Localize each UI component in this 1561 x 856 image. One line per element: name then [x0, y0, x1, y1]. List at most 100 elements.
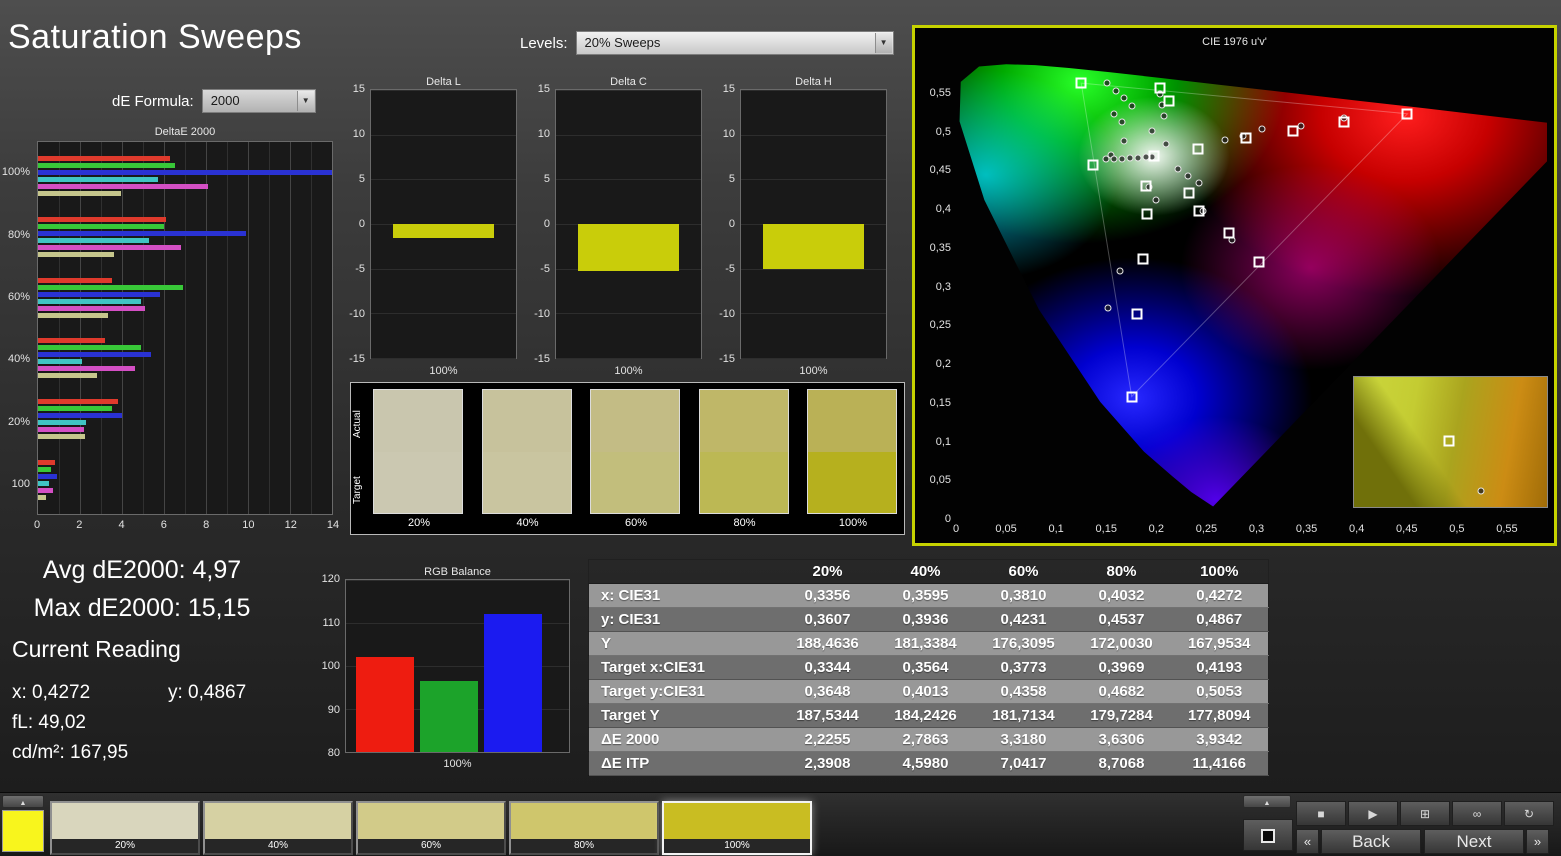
measurement-marker	[1116, 267, 1124, 275]
play-button[interactable]: ▶	[1348, 801, 1398, 826]
patch-button-20%[interactable]: 20%	[50, 801, 200, 855]
cie-y-axis-labels: 0 0,05 0,1 0,15 0,2 0,25 0,3 0,35 0,4 0,45 0,5 0,55	[917, 54, 953, 525]
loop-button[interactable]: ∞	[1452, 801, 1502, 826]
chart-title: Delta H	[795, 76, 832, 88]
back-arrow-button[interactable]: «	[1296, 829, 1319, 854]
gridline	[371, 90, 516, 91]
target-marker	[1163, 95, 1175, 106]
gridline	[556, 134, 701, 136]
y-tick: -10	[534, 308, 550, 320]
chart-title: Delta L	[426, 76, 461, 88]
reading-cdm2: cd/m²: 167,95	[12, 742, 129, 763]
patch-button-60%[interactable]: 60%	[356, 801, 506, 855]
table-row: ΔE 2000 2,2255 2,7863 3,3180 3,6306 3,9342	[588, 727, 1269, 752]
deltae-bar-magenta	[38, 366, 135, 372]
table-header: 20%	[778, 559, 877, 584]
levels-dropdown[interactable]: 20% Sweeps ▼	[575, 31, 894, 55]
rgb-plot	[345, 579, 570, 753]
measurement-marker	[1152, 196, 1160, 204]
table-cell: 0,4032	[1072, 583, 1171, 608]
table-cell: 0,3607	[778, 607, 877, 632]
patch-button-40%[interactable]: 40%	[203, 801, 353, 855]
levels-control: Levels: 20% Sweeps ▼	[520, 31, 894, 55]
table-row: Target y:CIE31 0,3648 0,4013 0,4358 0,4682 0,…	[588, 679, 1269, 704]
levels-label: Levels:	[520, 34, 568, 52]
collapse-right-tab[interactable]: ▲	[1243, 795, 1291, 808]
x-axis-label: 100%	[799, 365, 828, 377]
table-cell: 0,3344	[778, 655, 877, 680]
measurement-marker	[1112, 87, 1120, 95]
measurement-marker	[1120, 94, 1128, 102]
measurement-marker	[1148, 127, 1156, 135]
collapse-left-tab[interactable]: ▲	[2, 795, 44, 808]
actual-color-swatch	[699, 390, 788, 452]
target-marker	[1223, 227, 1235, 239]
target-marker	[1183, 187, 1195, 199]
patch-button-80%[interactable]: 80%	[509, 801, 659, 855]
measure-button[interactable]	[1243, 819, 1293, 851]
measurement-marker	[1162, 140, 1170, 148]
table-cell: 179,7284	[1072, 703, 1171, 728]
gridline	[371, 179, 516, 181]
measurement-marker	[1110, 110, 1118, 118]
deltae-bar-cyan	[38, 298, 141, 304]
x-axis-label: 100%	[443, 758, 472, 770]
y-tick: 10	[352, 128, 365, 140]
table-cell: 0,3564	[876, 655, 975, 680]
deltae-bar-green	[38, 406, 112, 412]
refresh-button[interactable]: ↻	[1504, 801, 1554, 826]
gridline	[371, 313, 516, 315]
target-marker	[1087, 159, 1099, 171]
gridline	[556, 313, 701, 315]
deltae-bar-group	[38, 146, 332, 207]
y-axis-labels: 15 10 5 0 -5 -10 -15	[719, 83, 738, 365]
deltae-y-tick: 100	[11, 477, 30, 490]
next-button[interactable]: Next	[1424, 829, 1524, 854]
deltae-bar-red	[38, 277, 112, 283]
de-formula-dropdown[interactable]: 2000 ▼	[201, 89, 316, 113]
table-cell: 3,6306	[1072, 727, 1171, 752]
stop-button[interactable]: ■	[1296, 801, 1346, 826]
rgb-balance-chart: RGB Balance 120 110 100 90 80 100%	[318, 566, 578, 778]
swatch-label: 40%	[516, 517, 539, 529]
row-label: x: CIE31	[588, 583, 779, 608]
delta-l-chart: Delta L 15 10 5 0 -5 -10 -15 100%	[349, 76, 517, 380]
target-color-swatch	[374, 451, 462, 513]
table-cell: 0,4272	[1170, 583, 1269, 608]
back-button[interactable]: Back	[1321, 829, 1421, 854]
rgb-bar-blue	[484, 614, 542, 752]
fit-button[interactable]: ⊞	[1400, 801, 1450, 826]
deltae-bar-blue	[38, 170, 332, 176]
gridline	[346, 580, 569, 581]
table-cell: 0,4193	[1170, 655, 1269, 680]
patch-button-100%[interactable]: 100%	[662, 801, 812, 855]
measurement-marker	[1160, 112, 1168, 120]
deltae-bar-group	[38, 207, 332, 268]
deltae-bar-green	[38, 345, 141, 351]
measurement-table: 20% 40% 60% 80% 100% x: CIE31 0,3356 0,3595 0,38…	[588, 559, 1269, 776]
deltae-y-axis-labels: 100% 80% 60% 40% 20% 100	[0, 141, 34, 515]
table-cell: 172,0030	[1072, 631, 1171, 656]
gridline	[741, 134, 886, 136]
reading-x: x: 0,4272	[12, 682, 91, 703]
y-tick: 5	[543, 173, 550, 185]
de-formula-control: dE Formula: 2000 ▼	[112, 89, 316, 113]
deltaH-plot	[740, 89, 887, 359]
forward-arrow-button[interactable]: »	[1526, 829, 1549, 854]
y-tick: 15	[537, 83, 550, 95]
cie-y-tick: 0,4	[935, 203, 951, 215]
row-label: ΔE 2000	[588, 727, 779, 752]
deltae-bar-green	[38, 466, 51, 472]
table-header: 100%	[1170, 559, 1269, 584]
table-cell: 3,9342	[1170, 727, 1269, 752]
table-cell: 0,4013	[876, 679, 975, 704]
y-axis-labels: 120 110 100 90 80	[318, 573, 343, 759]
cie-x-tick: 0,05	[995, 523, 1017, 535]
table-cell: 3,3180	[974, 727, 1073, 752]
swatch-20%	[373, 389, 463, 514]
y-tick: 0	[358, 218, 365, 230]
y-axis-labels: 15 10 5 0 -5 -10 -15	[349, 83, 368, 365]
inset-target-marker	[1443, 435, 1455, 447]
avg-de2000: Avg dE2000: 4,97	[42, 556, 242, 584]
cie-y-tick: 0,5	[935, 125, 951, 138]
